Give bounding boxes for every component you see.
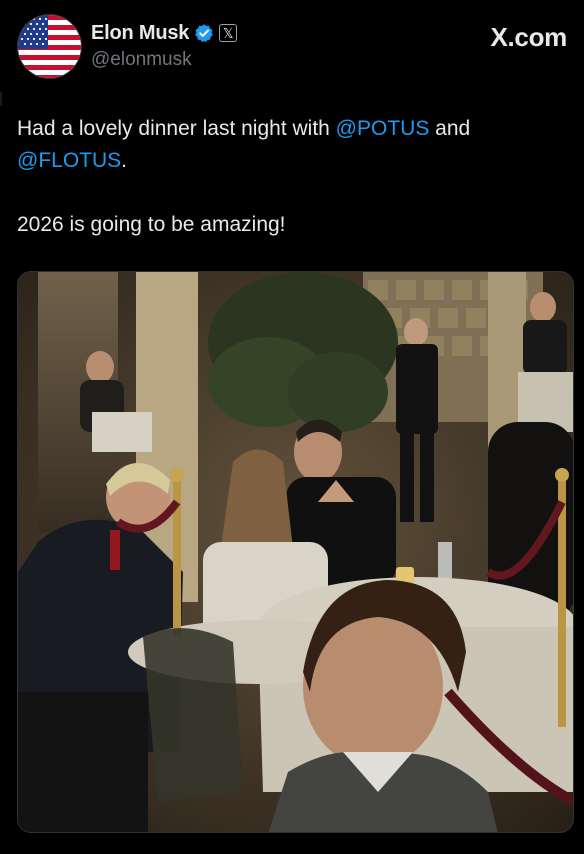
tweet-text-segment: and [429,117,471,140]
us-flag-avatar-image [18,15,81,78]
tweet-line-3: 2026 is going to be amazing! [17,213,286,236]
author-handle[interactable]: @elonmusk [91,49,192,71]
verified-badge-icon[interactable] [194,23,214,43]
tweet-text-segment: Had a lovely dinner last night with [17,117,336,140]
avatar[interactable] [17,14,82,79]
tweet-line-2: @FLOTUS. [17,145,567,177]
left-edge-mark [0,92,2,106]
dinner-photo-image [18,272,573,832]
author-display-name[interactable]: Elon Musk [91,22,189,45]
x-com-watermark: X.com [490,22,567,52]
tweet-card: Elon Musk 𝕏 @elonmusk X.com Had a lovely… [0,0,584,854]
mention-flotus-link[interactable]: @FLOTUS [17,149,121,172]
tweet-text: Had a lovely dinner last night with @POT… [17,113,567,241]
tweet-line-1: Had a lovely dinner last night with @POT… [17,113,567,145]
author-name-row: Elon Musk 𝕏 [91,21,238,45]
tweet-text-segment: . [121,149,128,172]
x-logo-icon[interactable]: 𝕏 [219,24,238,42]
mention-potus-link[interactable]: @POTUS [336,117,430,140]
tweet-photo[interactable] [17,271,574,833]
